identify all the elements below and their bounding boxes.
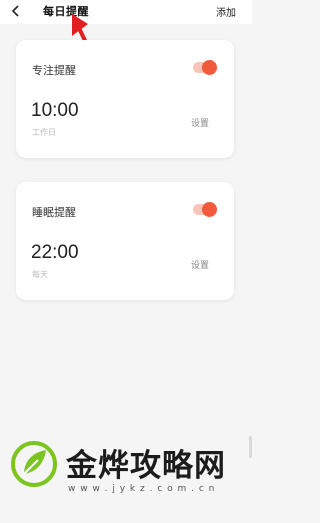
back-button[interactable] xyxy=(8,3,24,19)
reminder-time: 22:00 xyxy=(31,242,79,263)
leaf-logo-icon xyxy=(11,441,57,487)
toggle-knob xyxy=(202,60,217,75)
watermark-text: 金烨攻略网 xyxy=(66,448,226,484)
reminder-toggle[interactable] xyxy=(193,202,217,217)
reminder-repeat: 每天 xyxy=(32,270,48,279)
toggle-knob xyxy=(202,202,217,217)
reminder-repeat: 工作日 xyxy=(32,128,56,137)
top-bar: 每日提醒 添加 xyxy=(0,0,252,24)
reminder-card-sleep: 睡眠提醒 22:00 每天 设置 xyxy=(16,182,234,300)
reminder-card-focus: 专注提醒 10:00 工作日 设置 xyxy=(16,40,234,158)
reminder-settings-button[interactable]: 设置 xyxy=(191,258,209,271)
reminder-title: 睡眠提醒 xyxy=(32,206,76,219)
reminder-time: 10:00 xyxy=(31,100,79,121)
reminder-title: 专注提醒 xyxy=(32,64,76,77)
watermark-url: w w w . j y k z . c o m . c n xyxy=(68,484,216,494)
chevron-left-icon xyxy=(11,5,19,17)
reminder-toggle[interactable] xyxy=(193,60,217,75)
scrollbar[interactable] xyxy=(249,436,252,458)
add-button[interactable]: 添加 xyxy=(216,4,236,19)
watermark: 金烨攻略网 w w w . j y k z . c o m . c n xyxy=(6,436,246,522)
reminder-settings-button[interactable]: 设置 xyxy=(191,116,209,129)
page-title: 每日提醒 xyxy=(43,5,89,18)
